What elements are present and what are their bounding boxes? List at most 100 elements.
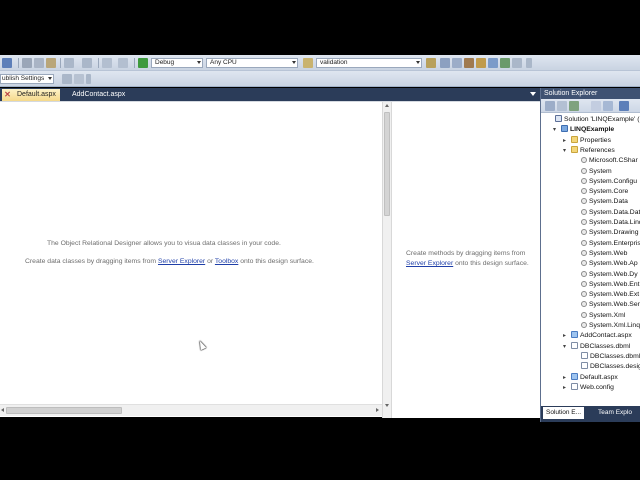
tree-node-label: System.Drawing bbox=[589, 229, 639, 237]
tree-node[interactable]: System.Data.Dat bbox=[581, 208, 640, 218]
close-icon[interactable]: ✕ bbox=[2, 89, 13, 101]
navigate-back-icon[interactable] bbox=[102, 58, 112, 68]
horizontal-scrollbar[interactable] bbox=[0, 404, 382, 416]
find-next-icon[interactable] bbox=[426, 58, 436, 68]
copy-icon[interactable] bbox=[34, 58, 44, 68]
tree-node[interactable]: System.Data.Linq bbox=[581, 218, 640, 228]
tree-node[interactable]: System.Xml bbox=[581, 311, 625, 321]
find-combo[interactable]: validation bbox=[316, 58, 422, 68]
tree-node[interactable]: System.Core bbox=[581, 187, 628, 197]
tree-node[interactable]: System.Data bbox=[581, 197, 628, 207]
toolbar-overflow-icon[interactable] bbox=[86, 74, 91, 84]
properties-icon[interactable] bbox=[545, 101, 555, 111]
methods-pane[interactable]: Create methods by dragging items from Se… bbox=[392, 102, 540, 418]
publish-web-icon[interactable] bbox=[62, 74, 72, 84]
reference-icon bbox=[581, 239, 587, 246]
tree-node[interactable]: System.Xml.Linq bbox=[581, 321, 640, 331]
tree-node[interactable]: DBClasses.desig bbox=[581, 362, 640, 372]
toolbar-separator bbox=[60, 58, 61, 68]
tree-node[interactable]: System.Web.Ent bbox=[581, 280, 640, 290]
tab-solution-explorer[interactable]: Solution E... bbox=[543, 407, 585, 419]
tree-expander-icon[interactable]: ▾ bbox=[563, 146, 566, 156]
scrollbar-thumb[interactable] bbox=[384, 112, 390, 216]
tree-node[interactable]: DBClasses.dbml bbox=[581, 351, 640, 362]
tab-label: AddContact.aspx bbox=[72, 91, 126, 98]
scrollbar-thumb[interactable] bbox=[6, 407, 122, 414]
reference-icon bbox=[581, 198, 587, 205]
tree-node[interactable]: AddContact.aspx bbox=[571, 331, 632, 341]
tree-node[interactable]: System bbox=[581, 167, 612, 177]
refresh-icon[interactable] bbox=[569, 101, 579, 111]
tree-node[interactable]: System.Configu bbox=[581, 177, 637, 187]
scroll-left-icon[interactable] bbox=[1, 408, 4, 412]
tree-node[interactable]: Web.config bbox=[571, 382, 614, 393]
tree-node[interactable]: LINQExample bbox=[561, 125, 614, 135]
solution-explorer-toggle-icon[interactable] bbox=[440, 58, 450, 68]
tree-node-label: AddContact.aspx bbox=[580, 332, 632, 340]
extension-manager-icon[interactable] bbox=[500, 58, 510, 68]
view-designer-icon[interactable] bbox=[603, 101, 613, 111]
scroll-down-icon[interactable] bbox=[385, 404, 389, 407]
tab-list-dropdown-icon[interactable] bbox=[530, 92, 536, 96]
tree-node[interactable]: References bbox=[571, 145, 615, 156]
toolbox-icon[interactable] bbox=[476, 58, 486, 68]
command-window-icon[interactable] bbox=[512, 58, 522, 68]
aspnet-configuration-icon[interactable] bbox=[619, 101, 629, 111]
tree-node[interactable]: System.Web.Dy bbox=[581, 270, 638, 280]
toolbar-options-icon[interactable] bbox=[526, 58, 532, 68]
cut-icon[interactable] bbox=[22, 58, 32, 68]
tree-node[interactable]: System.Drawing bbox=[581, 228, 638, 238]
tab-default-aspx[interactable]: Default.aspx bbox=[13, 89, 60, 101]
start-debugging-icon[interactable] bbox=[138, 58, 148, 68]
reference-icon bbox=[581, 260, 587, 267]
solution-icon bbox=[555, 115, 562, 122]
publish-options-icon[interactable] bbox=[74, 74, 84, 84]
tree-node[interactable]: Default.aspx bbox=[571, 372, 618, 383]
reference-icon bbox=[581, 270, 587, 277]
solution-configuration-dropdown[interactable]: Debug bbox=[151, 58, 203, 68]
paste-icon[interactable] bbox=[46, 58, 56, 68]
server-explorer-link[interactable]: Server Explorer bbox=[406, 260, 453, 267]
tree-node[interactable]: System.Enterpris bbox=[581, 239, 640, 249]
tree-node[interactable]: DBClasses.dbml bbox=[571, 341, 630, 352]
tab-team-explorer[interactable]: Team Explo bbox=[595, 407, 635, 419]
navigate-forward-icon[interactable] bbox=[118, 58, 128, 68]
tree-node[interactable]: System.Web.Ser bbox=[581, 300, 640, 310]
publish-settings-dropdown[interactable]: ublish Settings bbox=[0, 74, 54, 84]
tree-node[interactable]: Microsoft.CShar bbox=[581, 156, 638, 166]
tree-expander-icon[interactable]: ▸ bbox=[563, 383, 566, 393]
tree-node[interactable]: Properties bbox=[571, 135, 611, 146]
tree-expander-icon[interactable]: ▸ bbox=[563, 373, 566, 383]
vertical-scrollbar[interactable] bbox=[382, 102, 392, 418]
scroll-up-icon[interactable] bbox=[385, 104, 389, 107]
tree-node[interactable]: System.Web bbox=[581, 249, 627, 259]
tree-node[interactable]: System.Web.Ext bbox=[581, 290, 639, 300]
object-browser-icon[interactable] bbox=[464, 58, 474, 68]
properties-window-icon[interactable] bbox=[452, 58, 462, 68]
start-page-icon[interactable] bbox=[488, 58, 498, 68]
hint-text-part: or bbox=[205, 258, 215, 265]
redo-icon[interactable] bbox=[82, 58, 92, 68]
tree-expander-icon[interactable]: ▸ bbox=[563, 331, 566, 341]
tree-node-label: System.Web.Ser bbox=[589, 301, 640, 309]
server-explorer-link[interactable]: Server Explorer bbox=[158, 258, 205, 265]
tree-expander-icon[interactable]: ▾ bbox=[553, 125, 556, 135]
tree-node[interactable]: Solution 'LINQExample' (1 bbox=[555, 115, 640, 125]
show-all-files-icon[interactable] bbox=[557, 101, 567, 111]
tab-addcontact-aspx[interactable]: AddContact.aspx bbox=[68, 89, 129, 101]
solution-platform-dropdown[interactable]: Any CPU bbox=[206, 58, 298, 68]
undo-icon[interactable] bbox=[64, 58, 74, 68]
create-data-classes-text: Create data classes by dragging items fr… bbox=[25, 258, 314, 265]
tree-expander-icon[interactable]: ▸ bbox=[563, 136, 566, 146]
find-in-files-icon[interactable] bbox=[303, 58, 313, 68]
tree-expander-icon[interactable]: ▾ bbox=[563, 342, 566, 352]
view-code-icon[interactable] bbox=[591, 101, 601, 111]
scroll-right-icon[interactable] bbox=[376, 408, 379, 412]
solution-tree[interactable]: Solution 'LINQExample' (1 ▾ LINQExample ▸ Pr… bbox=[541, 114, 640, 406]
folder-icon bbox=[571, 135, 578, 143]
config-file-icon bbox=[571, 382, 578, 390]
edit-icon[interactable] bbox=[2, 58, 12, 68]
data-classes-surface[interactable]: The Object Relational Designer allows yo… bbox=[0, 102, 382, 404]
tree-node[interactable]: System.Web.Ap bbox=[581, 259, 638, 269]
toolbox-link[interactable]: Toolbox bbox=[215, 258, 238, 265]
